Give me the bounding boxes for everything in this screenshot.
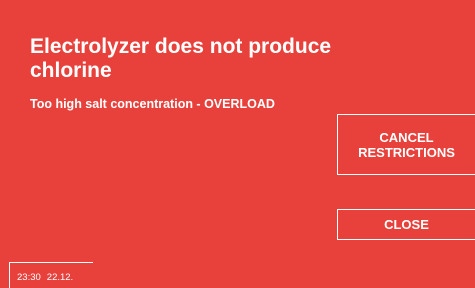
cancel-restrictions-button[interactable]: CANCEL RESTRICTIONS [337, 114, 475, 175]
status-time: 23:30 [17, 272, 41, 283]
alarm-message: Too high salt concentration - OVERLOAD [30, 97, 275, 111]
status-bar: 23:30 22.12. [9, 262, 93, 288]
alarm-title: Electrolyzer does not produce chlorine [30, 35, 332, 82]
alarm-screen: Electrolyzer does not produce chlorine T… [0, 0, 475, 288]
close-button[interactable]: CLOSE [337, 209, 475, 240]
status-date: 22.12. [46, 272, 74, 283]
